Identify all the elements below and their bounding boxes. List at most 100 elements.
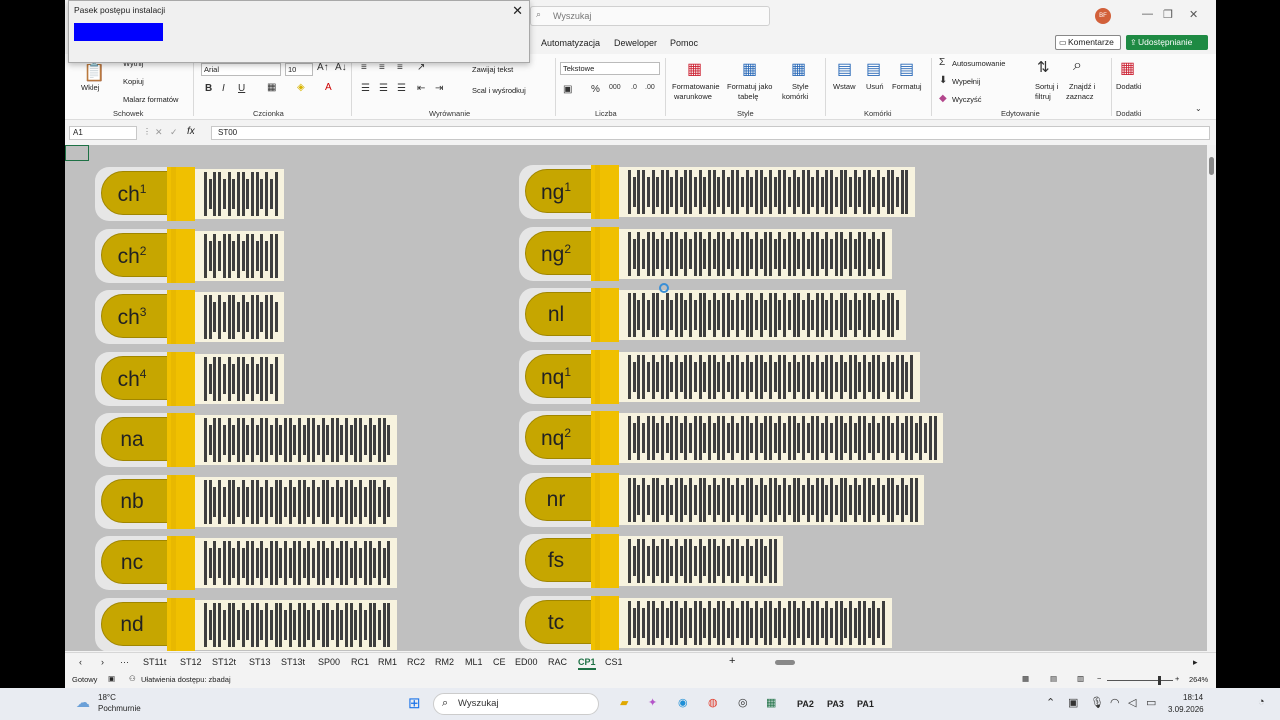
grow-font-icon[interactable]: A↑ <box>317 62 329 73</box>
tray-app-icon[interactable]: ▣ <box>1068 696 1078 709</box>
conditional-format-button-line2[interactable]: warunkowe <box>674 92 712 101</box>
sheet-tab-rm1[interactable]: RM1 <box>378 657 397 667</box>
addins-button[interactable]: Dodatki <box>1116 82 1141 91</box>
close-icon[interactable]: ✕ <box>1189 8 1198 21</box>
add-sheet-icon[interactable]: + <box>729 655 735 667</box>
sort-filter-button[interactable]: Sortuj i <box>1035 82 1058 91</box>
copilot-icon[interactable]: ✦ <box>648 696 657 709</box>
sheet-tab-rm2[interactable]: RM2 <box>435 657 454 667</box>
app-icon[interactable]: ◎ <box>738 696 748 709</box>
font-size-select[interactable]: 10 <box>285 63 313 76</box>
sheet-tab-sp00[interactable]: SP00 <box>318 657 340 667</box>
clear-button[interactable]: Wyczyść <box>952 95 982 104</box>
insert-function-button[interactable]: fx <box>187 126 195 137</box>
taskbar-search[interactable]: Wyszukaj <box>433 693 599 715</box>
name-box[interactable]: A1 <box>69 126 137 140</box>
sheet-tab-ml1[interactable]: ML1 <box>465 657 483 667</box>
collapse-ribbon-icon[interactable]: ⌄ <box>1195 104 1202 113</box>
microphone-icon[interactable]: 🎙 <box>1090 696 1104 709</box>
sheet-tab-rc2[interactable]: RC2 <box>407 657 425 667</box>
next-sheet-icon[interactable]: › <box>101 657 104 667</box>
menu-automation[interactable]: Automatyzacja <box>541 38 600 48</box>
align-right-icon[interactable]: ☰ <box>397 83 406 94</box>
sheet-tab-st11t[interactable]: ST11t <box>143 657 166 667</box>
zoom-in-icon[interactable]: + <box>1175 674 1179 683</box>
wrap-text-button[interactable]: Zawijaj tekst <box>472 65 513 74</box>
bold-icon[interactable]: B <box>205 83 212 94</box>
insert-button[interactable]: Wstaw <box>833 82 856 91</box>
italic-icon[interactable]: I <box>222 83 225 94</box>
prev-sheet-icon[interactable]: ‹ <box>79 657 82 667</box>
minimize-icon[interactable]: — <box>1142 8 1153 20</box>
pinned-pa3[interactable]: PA3 <box>827 699 844 709</box>
zoom-slider[interactable] <box>1107 680 1173 681</box>
pinned-pa2[interactable]: PA2 <box>797 699 814 709</box>
sheet-tab-rac[interactable]: RAC <box>548 657 567 667</box>
fill-color-icon[interactable]: ◈ <box>297 82 305 93</box>
zoom-slider-thumb[interactable] <box>1158 676 1161 685</box>
underline-icon[interactable]: U <box>238 83 245 94</box>
confirm-icon[interactable]: ✓ <box>170 127 178 138</box>
vertical-scrollbar[interactable] <box>1207 145 1216 651</box>
delete-button[interactable]: Usuń <box>866 82 884 91</box>
menu-help[interactable]: Pomoc <box>670 38 698 48</box>
horizontal-scroll-thumb[interactable] <box>775 660 795 665</box>
pinned-pa1[interactable]: PA1 <box>857 699 874 709</box>
fill-button[interactable]: Wypełnij <box>952 77 980 86</box>
zoom-level[interactable]: 264% <box>1189 675 1208 684</box>
sheet-tab-cs1[interactable]: CS1 <box>605 657 623 667</box>
paste-button[interactable]: Wklej <box>81 83 99 92</box>
align-top-icon[interactable]: ≡ <box>361 62 367 73</box>
borders-icon[interactable]: ▦ <box>267 82 276 93</box>
search-box[interactable]: Wyszukaj <box>530 6 770 26</box>
sheet-tab-rc1[interactable]: RC1 <box>351 657 369 667</box>
format-table-button[interactable]: Formatuj jako <box>727 82 772 91</box>
page-break-icon[interactable]: ▥ <box>1077 674 1084 683</box>
formula-input[interactable]: ST00 <box>211 126 1210 140</box>
sheet-tab-st12[interactable]: ST12 <box>180 657 202 667</box>
number-format-select[interactable]: Tekstowe <box>560 62 660 75</box>
close-icon[interactable]: ✕ <box>512 3 523 19</box>
align-left-icon[interactable]: ☰ <box>361 83 370 94</box>
format-table-button-line2[interactable]: tabelę <box>738 92 758 101</box>
zoom-out-icon[interactable]: − <box>1097 674 1101 683</box>
sort-filter-button-line2[interactable]: filtruj <box>1035 92 1051 101</box>
more-sheets-icon[interactable]: ··· <box>120 657 129 667</box>
find-select-button[interactable]: Znajdź i <box>1069 82 1095 91</box>
conditional-format-button[interactable]: Formatowanie <box>672 82 720 91</box>
sheet-tab-st13[interactable]: ST13 <box>249 657 271 667</box>
wifi-icon[interactable]: ◠ <box>1110 696 1120 709</box>
chrome-icon[interactable]: ◍ <box>708 696 718 709</box>
align-center-icon[interactable]: ☰ <box>379 83 388 94</box>
cancel-icon[interactable]: ✕ <box>155 127 163 138</box>
autosum-button[interactable]: Autosumowanie <box>952 59 1005 68</box>
battery-icon[interactable]: ▭ <box>1146 696 1156 709</box>
normal-view-icon[interactable]: ▦ <box>1022 674 1029 683</box>
page-layout-icon[interactable]: ▤ <box>1050 674 1057 683</box>
shrink-font-icon[interactable]: A↓ <box>335 62 347 73</box>
macro-record-icon[interactable]: ▣ <box>108 674 115 683</box>
menu-developer[interactable]: Deweloper <box>614 38 657 48</box>
indent-increase-icon[interactable]: ⇥ <box>435 83 443 94</box>
merge-center-button[interactable]: Scal i wyśrodkuj <box>472 86 526 95</box>
align-bottom-icon[interactable]: ≡ <box>397 62 403 73</box>
copy-button[interactable]: Kopiuj <box>123 77 144 86</box>
accounting-icon[interactable]: ▣ <box>563 84 572 95</box>
system-tray-icon[interactable]: ⌃ <box>1046 696 1055 709</box>
font-family-select[interactable]: Arial <box>201 63 281 76</box>
find-select-button-line2[interactable]: zaznacz <box>1066 92 1094 101</box>
notifications-icon[interactable]: ◔ <box>1258 696 1265 708</box>
speaker-icon[interactable]: ◁ <box>1128 696 1136 709</box>
font-color-icon[interactable]: A <box>325 82 332 93</box>
cell-styles-button-line2[interactable]: komórki <box>782 92 808 101</box>
file-explorer-icon[interactable]: ▰ <box>620 696 628 709</box>
excel-icon[interactable]: ▦ <box>766 696 776 709</box>
avatar[interactable]: BF <box>1095 8 1111 24</box>
sheet-tab-cp1[interactable]: CP1 <box>578 657 596 670</box>
selected-cell[interactable] <box>65 145 89 161</box>
share-button[interactable]: Udostępnianie <box>1126 35 1208 50</box>
thousands-icon[interactable]: 000 <box>609 84 621 91</box>
increase-decimal-icon[interactable]: .0 <box>631 84 637 91</box>
format-painter-button[interactable]: Malarz formatów <box>123 95 178 104</box>
worksheet-grid[interactable]: ch1 ch2 ch3 ch4 na nb nc nd ng1 ng2 nl nq1 nq2 nr fs tc <box>65 145 1207 651</box>
